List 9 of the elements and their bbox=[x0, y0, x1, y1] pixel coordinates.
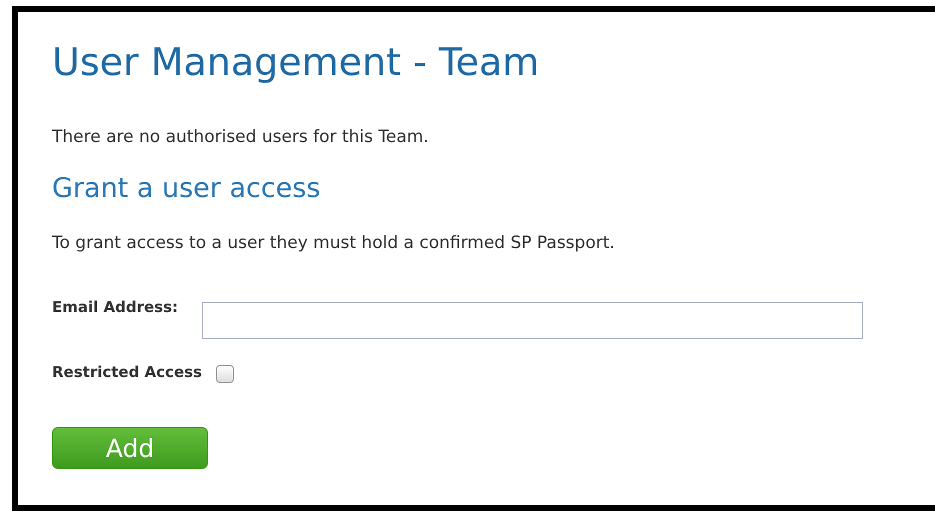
restricted-access-label: Restricted Access bbox=[52, 363, 202, 381]
instructions-text: To grant access to a user they must hold a confirmed SP Passport. bbox=[52, 232, 616, 254]
section-title: Grant a user access bbox=[52, 172, 322, 206]
email-field[interactable] bbox=[202, 302, 864, 339]
notice-text: There are no authorised users for this Team. bbox=[52, 126, 430, 148]
restricted-access-checkbox[interactable] bbox=[216, 365, 234, 383]
page-title: User Management - Team bbox=[52, 39, 540, 86]
email-label: Email Address: bbox=[52, 298, 178, 316]
add-button[interactable]: Add bbox=[52, 427, 208, 469]
